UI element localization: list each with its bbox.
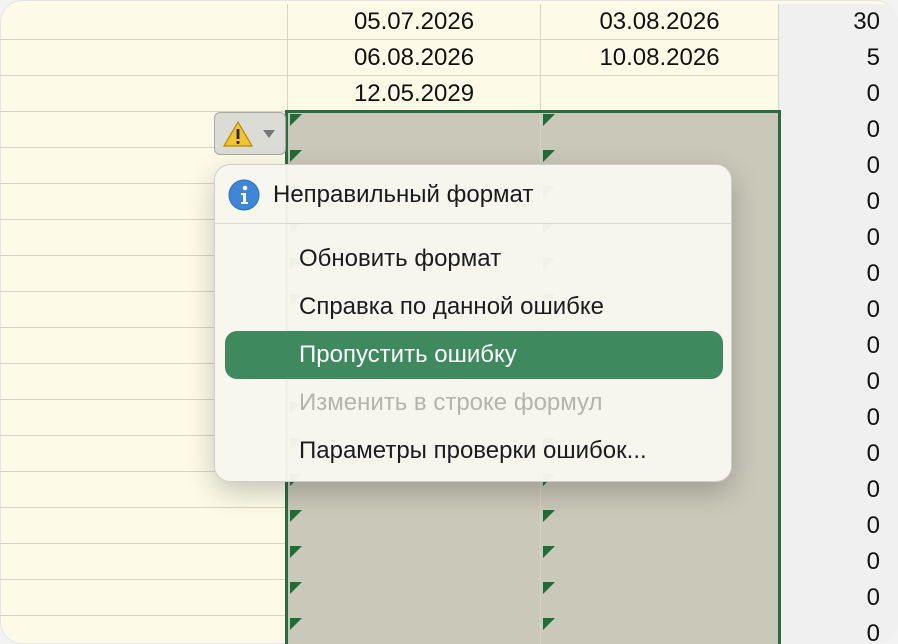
error-options-button[interactable] bbox=[214, 112, 286, 155]
menu-item[interactable]: Справка по данной ошибке bbox=[225, 283, 723, 331]
cell-date-start[interactable] bbox=[288, 580, 541, 616]
spreadsheet-window: 05.07.2026 03.08.2026 30 06.08.2026 10.08.20… bbox=[0, 0, 898, 644]
menu-header: Неправильный формат bbox=[215, 165, 731, 224]
error-indicator-icon bbox=[290, 510, 302, 522]
menu-item[interactable]: Пропустить ошибку bbox=[225, 331, 723, 379]
warning-icon bbox=[223, 120, 253, 147]
cell-date-start[interactable] bbox=[288, 508, 541, 544]
table-row: 0 bbox=[0, 508, 898, 544]
cell-days[interactable]: 0 bbox=[779, 472, 898, 508]
cell-days[interactable]: 0 bbox=[779, 328, 898, 364]
table-row: 06.08.2026 10.08.2026 5 bbox=[0, 40, 898, 76]
error-indicator-icon bbox=[543, 618, 555, 630]
error-indicator-icon bbox=[543, 510, 555, 522]
table-row: 0 bbox=[0, 616, 898, 644]
cell-date-end[interactable] bbox=[541, 544, 779, 580]
cell-date-start[interactable]: 12.05.2029 bbox=[288, 76, 541, 112]
cell-days[interactable]: 0 bbox=[779, 508, 898, 544]
error-indicator-icon bbox=[290, 114, 302, 126]
cell-a[interactable] bbox=[0, 508, 288, 544]
cell-days[interactable]: 0 bbox=[779, 76, 898, 112]
menu-item: Изменить в строке формул bbox=[299, 389, 603, 416]
cell-date-end[interactable]: 10.08.2026 bbox=[541, 40, 779, 76]
cell-date-start[interactable] bbox=[288, 112, 541, 148]
cell-days[interactable]: 0 bbox=[779, 184, 898, 220]
error-indicator-icon bbox=[543, 546, 555, 558]
cell-date-end[interactable] bbox=[541, 112, 779, 148]
table-row: 0 bbox=[0, 544, 898, 580]
menu-item[interactable]: Обновить формат bbox=[225, 235, 723, 283]
cell-date-start[interactable]: 06.08.2026 bbox=[288, 40, 541, 76]
cell-date-end[interactable]: 03.08.2026 bbox=[541, 4, 779, 40]
table-row: 0 bbox=[0, 580, 898, 616]
error-indicator-icon bbox=[290, 582, 302, 594]
cell-date-end[interactable] bbox=[541, 508, 779, 544]
chevron-down-icon bbox=[263, 129, 275, 138]
cell-days[interactable]: 0 bbox=[779, 544, 898, 580]
cell-date-start[interactable]: 05.07.2026 bbox=[288, 4, 541, 40]
cell-days[interactable]: 0 bbox=[779, 400, 898, 436]
error-indicator-icon bbox=[543, 150, 555, 162]
menu-title: Неправильный формат bbox=[273, 181, 534, 208]
cell-days[interactable]: 0 bbox=[779, 364, 898, 400]
cell-a[interactable] bbox=[0, 616, 288, 644]
table-row: 05.07.2026 03.08.2026 30 bbox=[0, 4, 898, 40]
cell-days[interactable]: 5 bbox=[779, 40, 898, 76]
menu-item[interactable]: Параметры проверки ошибок... bbox=[225, 427, 723, 475]
error-context-menu: Неправильный формат Обновить формат Справ… bbox=[214, 164, 732, 482]
cell-date-end[interactable] bbox=[541, 616, 779, 644]
info-icon bbox=[228, 179, 260, 211]
cell-days[interactable]: 0 bbox=[779, 256, 898, 292]
cell-days[interactable]: 30 bbox=[779, 4, 898, 40]
error-indicator-icon bbox=[543, 114, 555, 126]
cell-days[interactable]: 0 bbox=[779, 220, 898, 256]
table-row: 12.05.2029 0 bbox=[0, 76, 898, 112]
cell-days[interactable]: 0 bbox=[779, 112, 898, 148]
cell-date-start[interactable] bbox=[288, 616, 541, 644]
error-indicator-icon bbox=[543, 582, 555, 594]
cell-date-end[interactable] bbox=[541, 580, 779, 616]
error-indicator-icon bbox=[290, 150, 302, 162]
cell-a[interactable] bbox=[0, 76, 288, 112]
cell-date-start[interactable] bbox=[288, 544, 541, 580]
cell-days[interactable]: 0 bbox=[779, 616, 898, 644]
cell-days[interactable]: 0 bbox=[779, 292, 898, 328]
cell-days[interactable]: 0 bbox=[779, 148, 898, 184]
error-indicator-icon bbox=[290, 618, 302, 630]
cell-a[interactable] bbox=[0, 40, 288, 76]
cell-a[interactable] bbox=[0, 4, 288, 40]
error-indicator-icon bbox=[290, 546, 302, 558]
cell-days[interactable]: 0 bbox=[779, 436, 898, 472]
cell-a[interactable] bbox=[0, 544, 288, 580]
cell-days[interactable]: 0 bbox=[779, 580, 898, 616]
table-row: 0 bbox=[0, 112, 898, 148]
cell-a[interactable] bbox=[0, 580, 288, 616]
cell-date-end[interactable] bbox=[541, 76, 779, 112]
